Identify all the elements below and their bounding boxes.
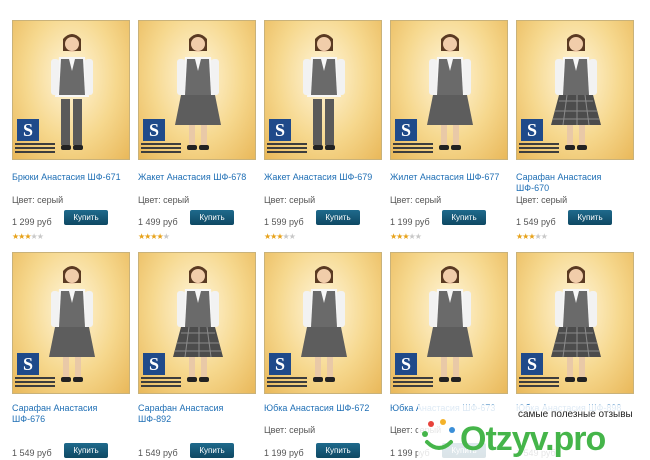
product-price: 1 199 руб (390, 217, 430, 227)
product-title-link[interactable]: Сарафан Анастасия ШФ-892 (138, 403, 256, 425)
brand-s-icon: S (269, 119, 291, 141)
brand-s-icon: S (395, 353, 417, 375)
product-title-link[interactable]: Жилет Анастасия ШФ-677 (390, 172, 508, 183)
brand-logo: S (267, 119, 311, 155)
brand-s-icon: S (395, 119, 417, 141)
watermark-subtitle: самые полезные отзывы (518, 409, 633, 420)
brand-logo: S (519, 119, 563, 155)
brand-s-icon: S (143, 353, 165, 375)
brand-logo: S (393, 353, 437, 389)
brand-s-icon: S (17, 353, 39, 375)
product-image[interactable]: S (264, 252, 382, 394)
product-color: Цвет: серый (390, 195, 442, 205)
buy-button[interactable]: Купить (190, 443, 234, 458)
brand-logo: S (519, 353, 563, 389)
product-color: Цвет: серый (12, 195, 64, 205)
product-price: 1 549 руб (12, 448, 52, 458)
rating-stars: ★★★★★ (390, 232, 422, 241)
buy-button[interactable]: Купить (568, 210, 612, 225)
rating-stars: ★★★★★ (138, 232, 170, 241)
star-icon: ★ (36, 232, 44, 241)
product-price: 1 599 руб (264, 217, 304, 227)
brand-s-icon: S (521, 119, 543, 141)
brand-logo: S (141, 353, 185, 389)
buy-button[interactable]: Купить (190, 210, 234, 225)
product-title-link[interactable]: Сарафан Анастасия ШФ-676 (12, 403, 130, 425)
buy-button[interactable]: Купить (316, 443, 360, 458)
star-icon: ★ (288, 232, 296, 241)
product-title-link[interactable]: Жакет Анастасия ШФ-679 (264, 172, 382, 183)
rating-stars: ★★★★★ (12, 232, 44, 241)
rating-stars: ★★★★★ (264, 232, 296, 241)
buy-button[interactable]: Купить (64, 443, 108, 458)
product-image[interactable]: S (264, 20, 382, 160)
rating-stars: ★★★★★ (516, 232, 548, 241)
otzyv-logo-icon (422, 419, 455, 450)
star-icon: ★ (540, 232, 548, 241)
product-color: Цвет: серый (138, 195, 190, 205)
star-icon: ★ (162, 232, 170, 241)
product-image[interactable]: S (12, 252, 130, 394)
brand-logo: S (267, 353, 311, 389)
product-title-link[interactable]: Жакет Анастасия ШФ-678 (138, 172, 256, 183)
product-title-link[interactable]: Сарафан Анастасия ШФ-670 (516, 172, 634, 194)
brand-s-icon: S (143, 119, 165, 141)
product-image[interactable]: S (516, 252, 634, 394)
product-title-link[interactable]: Юбка Анастасия ШФ-672 (264, 403, 382, 414)
star-icon: ★ (414, 232, 422, 241)
product-image[interactable]: S (390, 20, 508, 160)
product-image[interactable]: S (138, 252, 256, 394)
watermark-logo-text: Otzyv.pro (460, 420, 606, 458)
product-image[interactable]: S (12, 20, 130, 160)
product-image[interactable]: S (516, 20, 634, 160)
brand-s-icon: S (521, 353, 543, 375)
product-price: 1 549 руб (516, 217, 556, 227)
product-price: 1 299 руб (12, 217, 52, 227)
product-image[interactable]: S (138, 20, 256, 160)
brand-logo: S (393, 119, 437, 155)
brand-logo: S (15, 353, 59, 389)
product-price: 1 199 руб (264, 448, 304, 458)
buy-button[interactable]: Купить (442, 210, 486, 225)
product-title-link[interactable]: Брюки Анастасия ШФ-671 (12, 172, 130, 183)
product-image[interactable]: S (390, 252, 508, 394)
brand-logo: S (15, 119, 59, 155)
brand-s-icon: S (17, 119, 39, 141)
product-color: Цвет: серый (264, 425, 316, 435)
brand-s-icon: S (269, 353, 291, 375)
buy-button[interactable]: Купить (64, 210, 108, 225)
buy-button[interactable]: Купить (316, 210, 360, 225)
product-price: 1 499 руб (138, 217, 178, 227)
product-color: Цвет: серый (516, 195, 568, 205)
brand-logo: S (141, 119, 185, 155)
product-color: Цвет: серый (264, 195, 316, 205)
product-price: 1 549 руб (138, 448, 178, 458)
